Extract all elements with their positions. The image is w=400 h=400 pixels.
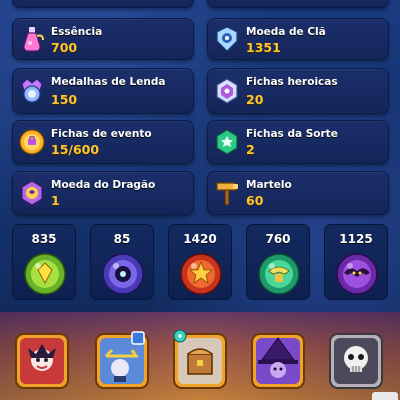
orb-count: 1125 (339, 232, 373, 246)
resource-card-event-tokens[interactable]: Fichas de evento 15/600 (12, 120, 194, 164)
resource-name: Fichas heroicas (246, 76, 338, 88)
legend-medal-icon (17, 76, 47, 106)
orb-count: 85 (113, 232, 131, 246)
resource-name: Essência (51, 26, 103, 38)
event-token-icon (17, 127, 47, 157)
violet-orb-icon (334, 251, 380, 297)
resource-card-essence[interactable]: Essência 700 (12, 18, 194, 60)
resource-value: 150 (51, 92, 78, 107)
skull-hero-icon (329, 333, 383, 389)
resource-card-partial-left (12, 0, 194, 8)
orb-card-yellow[interactable]: 835 (12, 224, 76, 300)
hero-slot-jester[interactable] (14, 330, 70, 390)
hero-slot-skull[interactable] (328, 330, 384, 390)
witch-hero-icon (251, 333, 305, 389)
resource-card-heroic-tokens[interactable]: Fichas heroicas 20 (207, 68, 389, 114)
green-orb-icon (256, 251, 302, 297)
hero-slot-crossbow[interactable] (94, 330, 150, 390)
resource-value: 15/600 (51, 142, 100, 157)
hammer-icon (212, 178, 242, 208)
orb-count: 835 (31, 232, 57, 246)
resource-card-legend-medals[interactable]: Medalhas de Lenda 150 (12, 68, 194, 114)
chest-hero-icon (173, 330, 227, 389)
resource-value: 1351 (246, 40, 281, 55)
jester-hero-icon (15, 333, 69, 389)
resource-card-dragon-coin[interactable]: Moeda do Dragão 1 (12, 171, 194, 215)
orb-card-purple[interactable]: 85 (90, 224, 154, 300)
essence-potion-icon (17, 24, 47, 54)
hero-slot-witch[interactable] (250, 330, 306, 390)
orb-count: 1420 (183, 232, 217, 246)
crossbow-hero-icon (95, 331, 149, 389)
resource-value: 700 (51, 40, 78, 55)
orb-card-violet[interactable]: 1125 (324, 224, 388, 300)
resource-value: 1 (51, 193, 60, 208)
luck-token-icon (212, 127, 242, 157)
orb-count: 760 (265, 232, 291, 246)
scroll-tab[interactable] (372, 392, 398, 400)
resource-card-partial-right (207, 0, 389, 8)
orb-card-red[interactable]: 1420 (168, 224, 232, 300)
resource-value: 60 (246, 193, 264, 208)
resource-name: Moeda do Dragão (51, 179, 156, 191)
purple-orb-icon (100, 251, 146, 297)
resource-card-luck-tokens[interactable]: Fichas da Sorte 2 (207, 120, 389, 164)
resource-name: Martelo (246, 179, 292, 191)
heroic-token-icon (212, 76, 242, 106)
orb-card-green[interactable]: 760 (246, 224, 310, 300)
resource-name: Fichas de evento (51, 128, 152, 140)
resource-value: 20 (246, 92, 264, 107)
hero-slot-chest[interactable] (172, 330, 228, 390)
resource-card-clan-coin[interactable]: Moeda de Clã 1351 (207, 18, 389, 60)
resource-name: Moeda de Clã (246, 26, 326, 38)
resource-value: 2 (246, 142, 255, 157)
resource-name: Medalhas de Lenda (51, 76, 166, 88)
clan-coin-icon (212, 24, 242, 54)
resource-name: Fichas da Sorte (246, 128, 338, 140)
red-orb-icon (178, 251, 224, 297)
yellow-orb-icon (22, 251, 68, 297)
dragon-coin-icon (17, 178, 47, 208)
resource-card-hammer[interactable]: Martelo 60 (207, 171, 389, 215)
